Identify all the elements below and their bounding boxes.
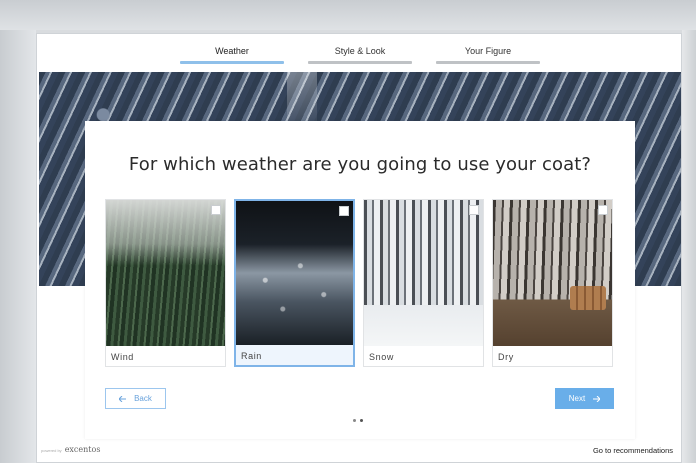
step-progress-bar (308, 61, 412, 64)
question-title: For which weather are you going to use y… (128, 154, 592, 175)
checkbox[interactable] (211, 205, 221, 215)
step-style-look[interactable]: Style & Look (308, 44, 412, 64)
question-panel: For which weather are you going to use y… (85, 121, 635, 439)
option-card-rain[interactable]: Rain (234, 199, 355, 367)
checkbox[interactable] (598, 205, 608, 215)
brand-logo: excentos (64, 445, 101, 454)
checkbox[interactable] (469, 205, 479, 215)
step-your-figure[interactable]: Your Figure (436, 44, 540, 64)
option-label: Snow (369, 352, 394, 362)
back-button[interactable]: Back (105, 388, 166, 409)
rain-photo (236, 201, 353, 345)
option-label: Wind (111, 352, 134, 362)
step-label: Weather (215, 46, 249, 56)
step-label: Style & Look (334, 46, 386, 56)
option-label: Dry (498, 352, 514, 362)
powered-by-logo: powered by excentos (41, 445, 100, 454)
backdrop-top (0, 0, 696, 30)
powered-by-text: powered by (41, 448, 62, 453)
advisor-window: Weather Style & Look Your Figure For whi… (36, 33, 682, 463)
option-card-snow[interactable]: Snow (363, 199, 484, 367)
option-label: Rain (241, 351, 262, 361)
backdrop-left (0, 30, 36, 463)
step-weather[interactable]: Weather (180, 44, 284, 64)
snow-photo (364, 200, 483, 346)
next-button[interactable]: Next (555, 388, 614, 409)
back-button-label: Back (134, 394, 152, 403)
step-label: Your Figure (464, 46, 512, 56)
page-dot (353, 419, 356, 422)
dry-photo (493, 200, 612, 346)
step-progress-bar (436, 61, 540, 64)
wind-photo (106, 200, 225, 346)
pagination-dots (353, 419, 363, 422)
page-dot-active (360, 419, 363, 422)
arrow-right-icon (593, 395, 601, 402)
backdrop-right (682, 30, 696, 463)
next-button-label: Next (568, 394, 586, 403)
weather-options: Wind Rain Snow Dry (105, 199, 615, 369)
checkbox[interactable] (339, 206, 349, 216)
option-card-dry[interactable]: Dry (492, 199, 613, 367)
option-card-wind[interactable]: Wind (105, 199, 226, 367)
arrow-left-icon (119, 395, 127, 402)
progress-steps: Weather Style & Look Your Figure (37, 34, 681, 72)
go-to-recommendations-link[interactable]: Go to recommendations (593, 446, 673, 455)
step-progress-bar (180, 61, 284, 64)
log-pile (570, 286, 606, 310)
